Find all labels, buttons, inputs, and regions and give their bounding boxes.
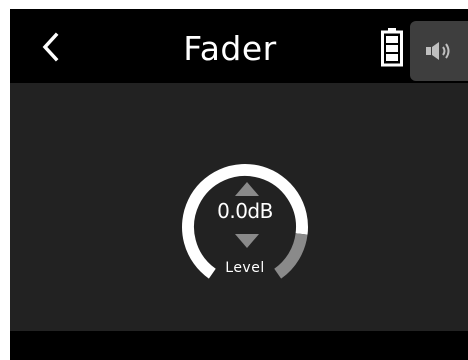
level-label: Level (225, 260, 265, 276)
decrease-arrow-icon[interactable] (233, 232, 261, 250)
back-button[interactable] (30, 25, 70, 69)
device-screen: Fader 0.0dB Level (10, 9, 468, 360)
chevron-left-icon (42, 32, 59, 62)
bottom-bar (10, 331, 468, 360)
speaker-icon (426, 42, 450, 60)
increase-arrow-icon[interactable] (233, 180, 261, 198)
top-bar: Fader (10, 9, 468, 83)
battery-icon (380, 27, 404, 67)
page-title: Fader (183, 29, 277, 68)
level-value: 0.0dB (217, 199, 273, 223)
speaker-button[interactable] (410, 21, 468, 81)
